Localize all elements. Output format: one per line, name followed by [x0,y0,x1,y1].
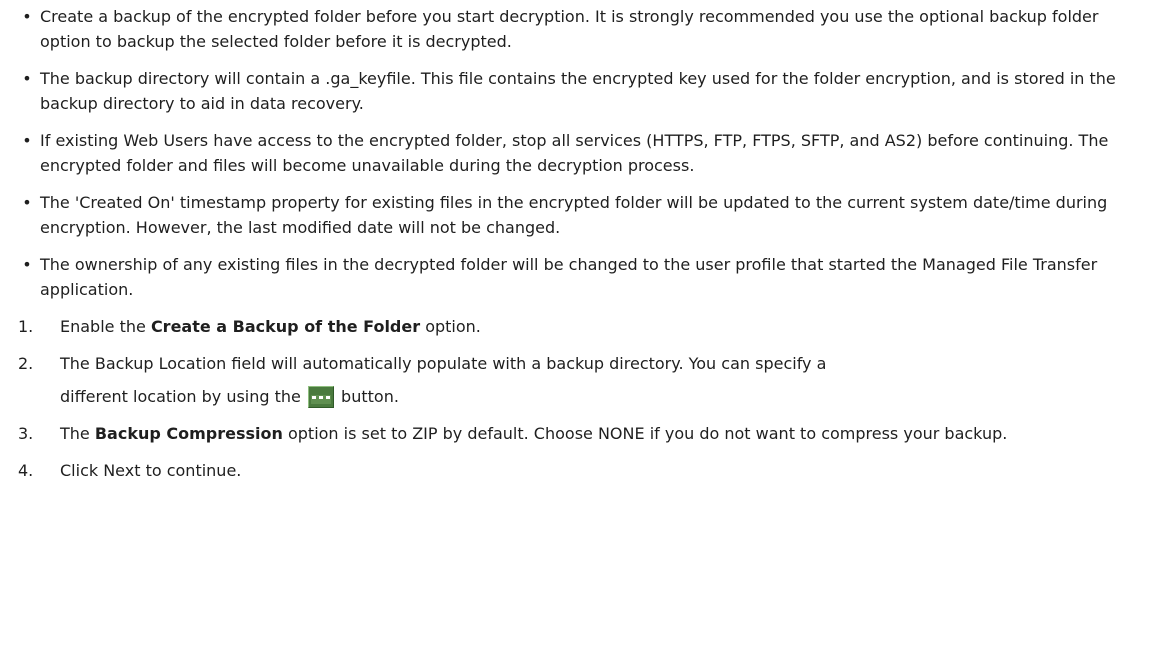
step-option-name: Create a Backup of the Folder [150,317,421,336]
list-item-text: The 'Created On' timestamp property for … [40,193,1108,237]
step-item: 3. The Backup Compression option is set … [18,421,1143,446]
step-text: Click Next to continue. [60,461,242,480]
step-item: 2. The Backup Location field will automa… [18,351,1143,409]
step-text: The Backup Location field will automatic… [60,354,827,373]
list-item: • The ownership of any existing files in … [18,252,1143,302]
step-text: Enable the [60,317,151,336]
list-item: • The backup directory will contain a .ga… [18,66,1143,116]
step-text: option is set to ZIP by default. Choose … [282,424,1008,443]
step-number: 1. [18,317,34,336]
list-item-text: If existing Web Users have access to the… [40,131,1109,175]
bullet-icon: • [22,7,32,26]
notes-list: • Create a backup of the encrypted folder… [18,4,1143,302]
step-number: 2. [18,354,34,373]
step-text: button. [335,387,399,406]
step-item: 4. Click Next to continue. [18,458,1143,483]
step-text: option. [420,317,481,336]
list-item-text: The ownership of any existing files in t… [40,255,1098,299]
ellipsis-browse-icon [307,386,334,408]
step-number: 3. [18,424,34,443]
step-number: 4. [18,461,34,480]
document-body: • Create a backup of the encrypted folder… [0,0,1163,483]
step-item: 1. Enable the Create a Backup of the Fol… [18,314,1143,339]
step-text: different location by using the [60,387,306,406]
bullet-icon: • [22,131,32,150]
list-item: • Create a backup of the encrypted folder… [18,4,1143,54]
list-item: • If existing Web Users have access to th… [18,128,1143,178]
list-item-text: The backup directory will contain a .ga_… [40,69,1116,113]
list-item-text: Create a backup of the encrypted folder … [40,7,1099,51]
bullet-icon: • [22,69,32,88]
bullet-icon: • [22,193,32,212]
steps-list: 1. Enable the Create a Backup of the Fol… [18,314,1143,483]
step-text: The [60,424,95,443]
list-item: • The 'Created On' timestamp property for… [18,190,1143,240]
bullet-icon: • [22,255,32,274]
step-option-name: Backup Compression [94,424,283,443]
